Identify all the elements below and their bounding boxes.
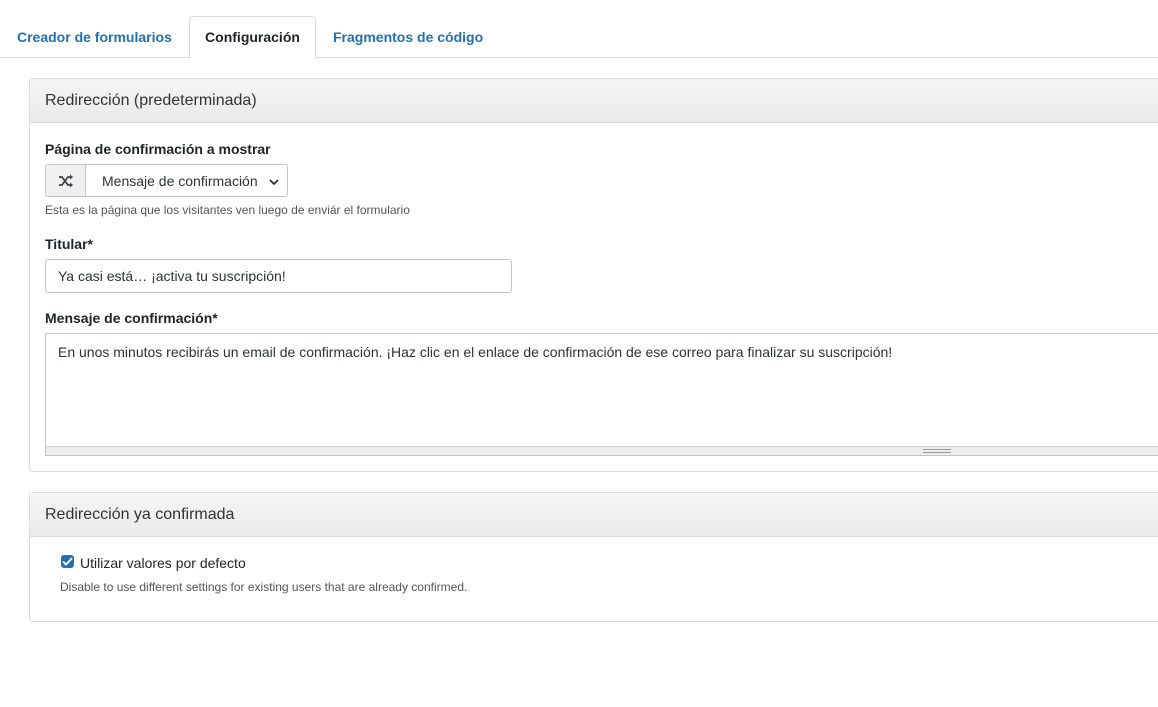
confirmation-page-label: Página de confirmación a mostrar (45, 141, 271, 157)
select-selected-value: Mensaje de confirmación (102, 172, 258, 189)
checkmark-icon (62, 557, 73, 566)
headline-input[interactable]: Ya casi está… ¡activa tu suscripción! (45, 259, 512, 293)
use-defaults-label[interactable]: Utilizar valores por defecto (80, 555, 246, 571)
tab-code-snippets[interactable]: Fragmentos de código (317, 16, 499, 58)
message-textarea[interactable]: En unos minutos recibirás un email de co… (45, 333, 1158, 456)
redirect-default-panel: Redirección (predeterminada) Página de c… (29, 78, 1158, 472)
confirmation-page-select-group: Mensaje de confirmación (45, 164, 288, 197)
redirect-confirmed-panel: Redirección ya confirmada Utilizar valor… (29, 492, 1158, 622)
resize-handle[interactable] (46, 446, 1158, 455)
headline-label: Titular* (45, 236, 93, 252)
chevron-down-icon (269, 173, 279, 189)
tab-form-builder[interactable]: Creador de formularios (1, 16, 188, 58)
panel-title: Redirección (predeterminada) (30, 79, 1158, 123)
grip-icon (923, 449, 951, 453)
panel-title: Redirección ya confirmada (30, 493, 1158, 537)
tab-settings[interactable]: Configuración (189, 16, 316, 59)
tab-bar: Creador de formularios Configuración Fra… (0, 0, 1158, 59)
shuffle-icon (46, 165, 86, 196)
confirmation-page-select[interactable]: Mensaje de confirmación (86, 165, 287, 196)
message-label: Mensaje de confirmación* (45, 310, 218, 326)
use-defaults-checkbox[interactable] (61, 555, 74, 568)
use-defaults-help: Disable to use different settings for ex… (60, 580, 468, 594)
message-text: En unos minutos recibirás un email de co… (58, 344, 893, 360)
confirmation-page-help: Esta es la página que los visitantes ven… (45, 203, 410, 217)
